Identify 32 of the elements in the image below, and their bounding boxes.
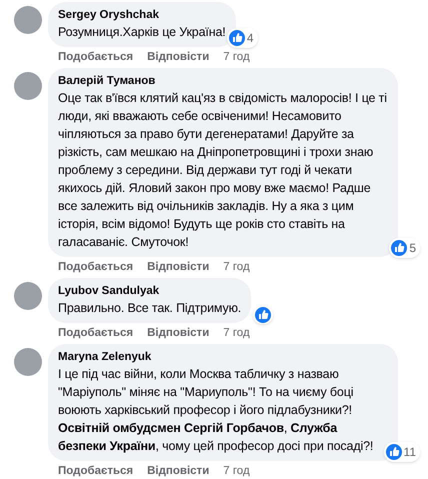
action-link[interactable]: Відповісти xyxy=(147,49,210,65)
reaction-count[interactable]: 4 xyxy=(226,28,258,48)
reaction-count[interactable]: 5 xyxy=(389,238,420,258)
action-link[interactable]: Подобається xyxy=(58,49,134,65)
avatar[interactable] xyxy=(14,348,42,376)
author-name[interactable]: Maryna Zelenyuk xyxy=(58,349,388,365)
reaction-count[interactable]: 11 xyxy=(384,442,420,462)
author-name[interactable]: Валерій Туманов xyxy=(58,73,388,89)
like-icon xyxy=(386,444,402,460)
reaction-count[interactable] xyxy=(253,306,274,324)
author-name[interactable]: Sergey Oryshchak xyxy=(58,7,226,23)
avatar[interactable] xyxy=(14,72,42,100)
comment-text: Правильно. Все так. Підтримую. xyxy=(58,300,242,317)
like-icon xyxy=(255,307,272,323)
comment-text: Оце так в'ївся клятий кац'яз в свідомість малоросів! І це ті люди, які вважають себе освіченими! Несамовито чіпляються за право бути дегенератами! Даруйте за різкість, сам мешкаю на Дніпропетровщині і трохи знаю проблему з середини. Від держави тут годі й чекати якихось дій. Яловий закон про мову вже маємо! Радше все залежить від очільників закладів. Ну а яка з цим історія, всім відомо! Будуть ще років сто ставіть на галасаваніє. Смуточок! xyxy=(58,90,388,251)
action-link[interactable]: Відповісти xyxy=(147,463,210,479)
timestamp[interactable]: 7 год xyxy=(223,325,250,341)
action-link[interactable]: Відповісти xyxy=(147,325,210,341)
action-link[interactable]: Подобається xyxy=(58,259,134,275)
action-link[interactable]: Відповісти xyxy=(147,259,210,275)
timestamp[interactable]: 7 год xyxy=(223,49,250,65)
author-name[interactable]: Lyubov Sandulyak xyxy=(58,283,242,299)
avatar[interactable] xyxy=(14,282,42,310)
action-link[interactable]: Подобається xyxy=(58,325,134,341)
like-icon xyxy=(228,30,245,46)
comment-text: Розумниця.Харків це Україна! xyxy=(58,24,226,41)
avatar[interactable] xyxy=(14,6,42,34)
timestamp[interactable]: 7 год xyxy=(223,259,250,275)
like-icon xyxy=(391,240,408,256)
comment-text: І це під час війни, коли Москва табличку з назваю "Маріуполь" міняє на "Мариуполь"! То на чиєму боці воюють харківський професор і його підлабузники?! Освітній омбудсмен Сергій Горбачов, Служба безпеки України, чому цей професор досі при посаді?! xyxy=(58,366,374,455)
action-link[interactable]: Подобається xyxy=(58,463,134,479)
timestamp[interactable]: 7 год xyxy=(223,463,250,479)
